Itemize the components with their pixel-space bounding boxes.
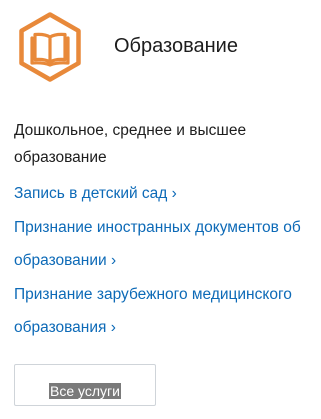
- service-link-item: Признание иностранных документов об обра…: [14, 211, 319, 278]
- book-icon: [19, 12, 81, 82]
- education-category-icon: [15, 12, 85, 82]
- category-description: Дошкольное, среднее и высшее образование: [14, 117, 314, 171]
- service-link-text-line: образования ›: [14, 319, 116, 336]
- all-services-button-label: Все услуги: [49, 383, 121, 399]
- service-link-foreign-medical-education-recognition[interactable]: Признание зарубежного медицинского образ…: [14, 278, 319, 345]
- service-link-text-line: образовании ›: [14, 252, 117, 269]
- service-links-list: Запись в детский сад › Признание иностра…: [14, 177, 319, 345]
- service-link-item: Признание зарубежного медицинского образ…: [14, 278, 319, 345]
- service-link-item: Запись в детский сад ›: [14, 177, 319, 211]
- category-title: Образование: [114, 35, 238, 57]
- category-description-line: Дошкольное, среднее и высшее: [14, 122, 247, 139]
- service-link-text-line: Признание иностранных документов об: [14, 218, 301, 236]
- book-shape: [30, 32, 70, 67]
- service-link-kindergarten-enrollment[interactable]: Запись в детский сад ›: [14, 177, 319, 211]
- service-link-text-line: Признание зарубежного медицинского: [14, 285, 292, 303]
- all-services-button[interactable]: Все услуги: [14, 364, 156, 406]
- service-link-foreign-documents-recognition[interactable]: Признание иностранных документов об обра…: [14, 211, 319, 278]
- category-description-line: образование: [14, 149, 107, 166]
